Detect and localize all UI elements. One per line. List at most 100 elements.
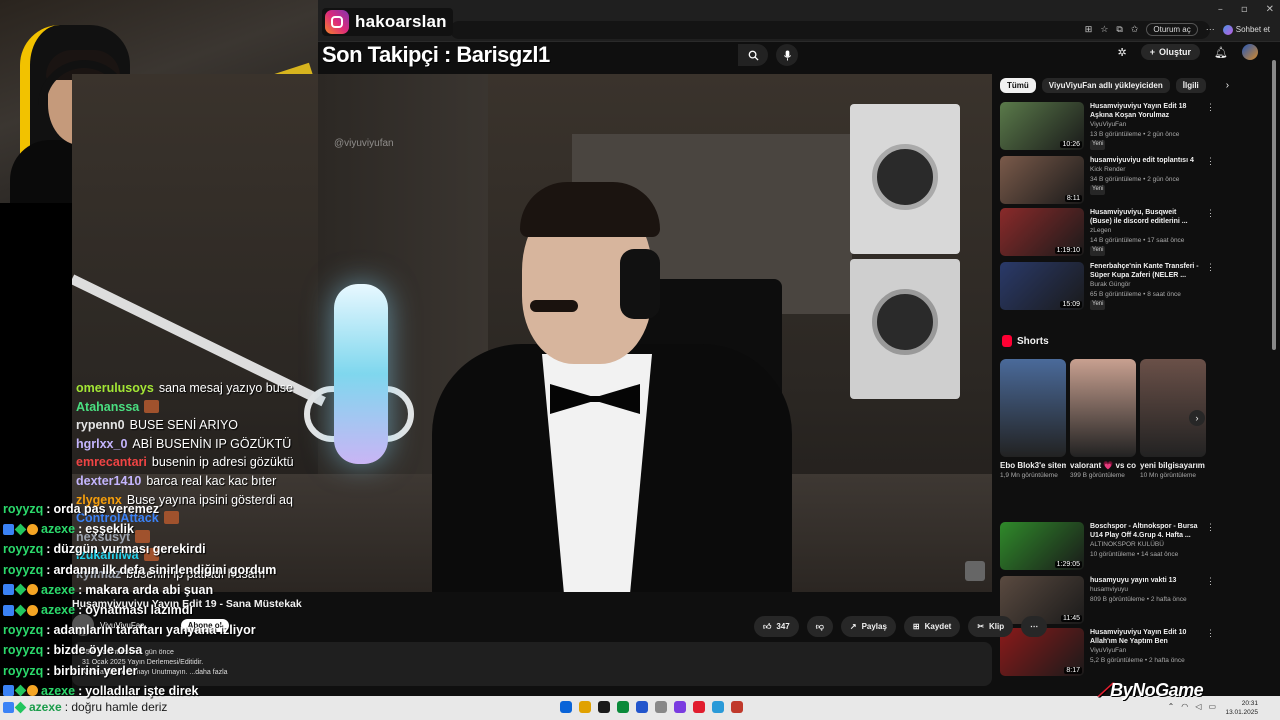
chat-row: omerulusoys sana mesaj yazıyo buse [76,379,316,398]
recommended-video[interactable]: 8:11 husamviyuviyu edit toplantısı 4 Kick … [1000,156,1215,204]
short-thumbnail[interactable] [1000,359,1066,457]
taskbar-app-icon[interactable] [655,701,667,713]
volume-icon[interactable]: ◁ [1195,702,1201,711]
moderator-badge-icon [14,523,27,536]
short-card[interactable]: valorant 💗 vs counter ... 399 B görüntüle… [1070,359,1136,480]
translate-icon[interactable]: ⊞ [1085,24,1093,35]
minimize-button[interactable]: – [1218,4,1223,15]
recommended-video[interactable]: 1:19:10 Husamviyuviyu, Busqweit (Buse) il… [1000,208,1215,256]
video-channel[interactable]: ViyuViyuFan [1090,120,1200,130]
taskbar-app-icon[interactable] [712,701,724,713]
channel-watermark[interactable] [965,561,985,581]
video-thumbnail[interactable]: 8:11 [1000,156,1084,204]
dislike-button[interactable]: 👎︎ [806,616,833,637]
bell-icon[interactable]: 🔔︎ [1214,46,1228,59]
page-scrollbar[interactable] [1272,60,1276,350]
shorts-next-button[interactable]: › [1189,410,1205,426]
gear-icon[interactable]: ✲ [1118,46,1127,59]
video-thumbnail[interactable]: 1:19:10 [1000,208,1084,256]
short-title[interactable]: Ebo Blok3'e sitem ediyo... [1000,461,1066,470]
clock-date: 13.01.2025 [1225,709,1258,716]
video-title[interactable]: Husamviyuviyu Yayın Edit 10 Allah'ım Ne … [1090,628,1200,646]
create-button[interactable]: + Oluştur [1140,44,1201,60]
video-channel[interactable]: Kick Render [1090,165,1200,175]
voice-search-button[interactable] [776,44,798,66]
video-channel[interactable]: Burak Güngör [1090,280,1200,290]
profile-button[interactable]: Oturum aç [1146,23,1198,36]
chat-username: royyzq [3,542,44,557]
kebab-menu-icon[interactable]: ⋮ [1206,156,1215,167]
chat-message: sana mesaj yazıyo buse [158,381,293,395]
taskbar-app-icon[interactable] [617,701,629,713]
video-thumbnail[interactable]: 15:09 [1000,262,1084,310]
chip-all[interactable]: Tümü [1000,78,1036,93]
bookmark-star-icon[interactable]: ☆ [1100,24,1108,35]
like-button[interactable]: 👍︎ 347 [754,616,799,637]
recommended-video[interactable]: 15:09 Fenerbahçe'nin Kante Transferi - Sü… [1000,262,1215,310]
taskbar-app-icon[interactable] [693,701,705,713]
taskbar-app-icon[interactable] [598,701,610,713]
account-avatar[interactable] [1242,44,1258,60]
verified-badge-icon [3,604,14,616]
video-thumbnail[interactable]: 10:26 [1000,102,1084,150]
shorts-shelf: Ebo Blok3'e sitem ediyo... 1,9 Mn görüntü… [1000,359,1206,480]
recommended-video[interactable]: 10:26 Husamviyuviyu Yayın Edit 18 Aşkına … [1000,102,1215,150]
recommended-video[interactable]: 1:29:05 Boschspor - Altınokspor - Bursa U… [1000,522,1215,570]
maximize-button[interactable]: ▫ [1241,4,1248,15]
video-title[interactable]: husamviyuviyu edit toplantısı 4 [1090,156,1200,165]
video-info: husamviyuviyu edit toplantısı 4 Kick Rend… [1090,156,1200,204]
video-title[interactable]: Boschspor - Altınokspor - Bursa U14 Play… [1090,522,1200,540]
kebab-menu-icon[interactable]: ⋮ [1206,576,1215,587]
kebab-menu-icon[interactable]: ⋮ [1206,522,1215,533]
taskbar-app-icon[interactable] [674,701,686,713]
kebab-menu-icon[interactable]: ⋮ [1206,208,1215,219]
chevron-up-icon[interactable]: ⌃ [1168,702,1175,711]
kebab-menu-icon[interactable]: ⋮ [1206,262,1215,273]
kebab-menu-icon[interactable]: ⋮ [1206,102,1215,113]
favorites-icon[interactable]: ✩ [1131,24,1139,35]
chevron-right-icon[interactable]: › [1226,80,1229,91]
chat-row: royyzq: orda pas veremez [3,499,313,519]
short-thumbnail[interactable] [1070,359,1136,457]
share-button[interactable]: ↗ Paylaş [840,616,896,637]
chat-username: Atahanssa [76,399,140,414]
chat-username: rypenn0 [76,418,125,433]
video-channel[interactable]: ViyuViyuFan [1090,646,1200,656]
video-channel[interactable]: husamviyuyu [1090,585,1200,595]
clip-button[interactable]: ✂ Klip [968,616,1014,637]
short-thumbnail[interactable] [1140,359,1206,457]
share-label: Paylaş [861,622,887,631]
battery-icon[interactable]: ▭ [1208,702,1216,711]
video-title[interactable]: Husamviyuviyu Yayın Edit 18 Aşkına Koşan… [1090,102,1200,120]
extensions-icon[interactable]: ⧉ [1116,24,1122,35]
more-icon[interactable]: ⋯ [1206,24,1215,35]
video-channel[interactable]: ALTINOKSPOR KULÜBÜ [1090,540,1200,550]
taskbar-app-icon[interactable] [731,701,743,713]
more-actions-button[interactable]: ⋯ [1021,616,1048,637]
short-title[interactable]: valorant 💗 vs counter ... [1070,461,1136,470]
video-title[interactable]: Husamviyuviyu, Busqweit (Buse) ile disco… [1090,208,1200,226]
taskbar-app-icon[interactable] [560,701,572,713]
clock[interactable]: 20:31 13.01.2025 [1225,699,1258,717]
chip-uploader[interactable]: ViyuViyuFan adlı yükleyiciden [1041,78,1170,93]
chat-row: azexe: oynatması lazımdı [3,600,313,620]
video-thumbnail[interactable]: 1:29:05 [1000,522,1084,570]
chat-button[interactable]: Sohbet et [1222,24,1270,35]
short-card[interactable]: Ebo Blok3'e sitem ediyo... 1,9 Mn görüntü… [1000,359,1066,480]
chat-username: omerulusoys [76,381,154,395]
save-button[interactable]: ⊞ Kaydet [903,616,961,637]
taskbar-app-icon[interactable] [579,701,591,713]
video-channel[interactable]: zLegen [1090,226,1200,236]
search-button[interactable] [738,44,768,66]
video-title[interactable]: Fenerbahçe'nin Kante Transferi - Süper K… [1090,262,1200,280]
chip-related[interactable]: İlgili [1175,78,1206,93]
close-button[interactable]: ✕ [1266,4,1274,15]
instagram-handle: hakoarslan [355,12,447,31]
chat-message: yolladılar işte direk [85,683,199,698]
wifi-icon[interactable]: ◠ [1181,702,1188,711]
short-title[interactable]: yeni bilgisayarım [1140,461,1206,470]
taskbar-app-icon[interactable] [636,701,648,713]
browser-toolbar: ⊞ ☆ ⧉ ✩ Oturum aç ⋯ Sohbet et [1085,23,1270,36]
kebab-menu-icon[interactable]: ⋮ [1206,628,1215,639]
video-title[interactable]: husamyuyu yayın vakti 13 [1090,576,1200,585]
